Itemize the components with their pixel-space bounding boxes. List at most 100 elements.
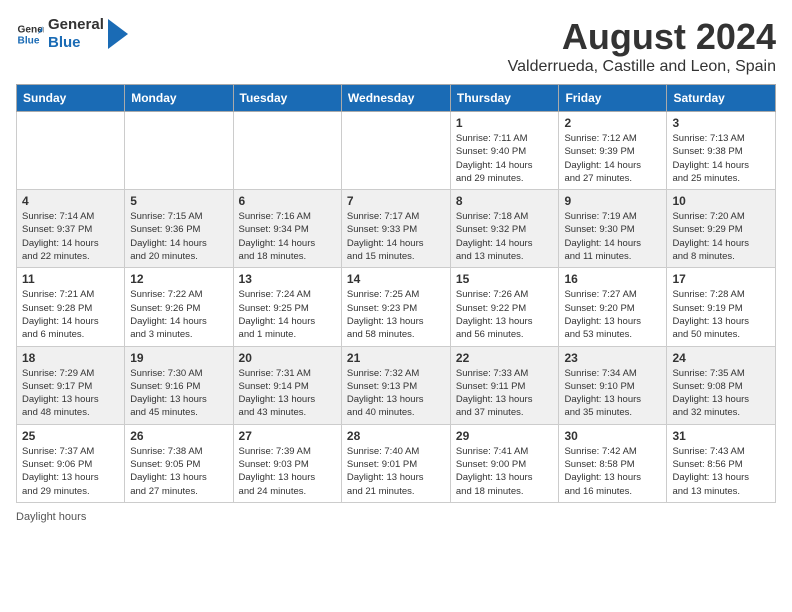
day-number: 15 [456, 272, 554, 286]
day-info: Sunrise: 7:43 AM Sunset: 8:56 PM Dayligh… [672, 445, 770, 498]
day-number: 7 [347, 194, 445, 208]
day-info: Sunrise: 7:19 AM Sunset: 9:30 PM Dayligh… [564, 210, 661, 263]
calendar-cell: 10 Sunrise: 7:20 AM Sunset: 9:29 PM Dayli… [667, 190, 776, 268]
logo-icon: General Blue [16, 20, 44, 48]
calendar-cell: 15 Sunrise: 7:26 AM Sunset: 9:22 PM Dayli… [450, 268, 559, 346]
calendar-cell: 3Sunrise: 7:13 AM Sunset: 9:38 PM Daylig… [667, 112, 776, 190]
calendar-cell: 13Sunrise: 7:24 AM Sunset: 9:25 PM Dayli… [233, 268, 341, 346]
calendar-cell: 19 Sunrise: 7:30 AM Sunset: 9:16 PM Dayli… [125, 346, 233, 424]
calendar-cell: 23 Sunrise: 7:34 AM Sunset: 9:10 PM Dayli… [559, 346, 667, 424]
day-info: Sunrise: 7:26 AM Sunset: 9:22 PM Dayligh… [456, 288, 554, 341]
calendar-cell: 6Sunrise: 7:16 AM Sunset: 9:34 PM Daylig… [233, 190, 341, 268]
day-info: Sunrise: 7:37 AM Sunset: 9:06 PM Dayligh… [22, 445, 119, 498]
day-number: 29 [456, 429, 554, 443]
day-number: 31 [672, 429, 770, 443]
day-number: 30 [564, 429, 661, 443]
day-info: Sunrise: 7:38 AM Sunset: 9:05 PM Dayligh… [130, 445, 227, 498]
header-saturday: Saturday [667, 85, 776, 112]
header-thursday: Thursday [450, 85, 559, 112]
logo-text-general: General [48, 16, 104, 34]
day-info: Sunrise: 7:20 AM Sunset: 9:29 PM Dayligh… [672, 210, 770, 263]
logo-arrow-icon [108, 19, 128, 49]
day-info: Sunrise: 7:35 AM Sunset: 9:08 PM Dayligh… [672, 367, 770, 420]
day-number: 27 [239, 429, 336, 443]
day-info: Sunrise: 7:14 AM Sunset: 9:37 PM Dayligh… [22, 210, 119, 263]
calendar-cell [341, 112, 450, 190]
calendar-table: SundayMondayTuesdayWednesdayThursdayFrid… [16, 84, 776, 503]
calendar-cell: 31 Sunrise: 7:43 AM Sunset: 8:56 PM Dayli… [667, 424, 776, 502]
day-number: 24 [672, 351, 770, 365]
calendar-cell [233, 112, 341, 190]
daylight-label: Daylight hours [16, 511, 86, 523]
day-info: Sunrise: 7:39 AM Sunset: 9:03 PM Dayligh… [239, 445, 336, 498]
calendar-cell: 21 Sunrise: 7:32 AM Sunset: 9:13 PM Dayli… [341, 346, 450, 424]
day-number: 17 [672, 272, 770, 286]
calendar-cell: 26 Sunrise: 7:38 AM Sunset: 9:05 PM Dayli… [125, 424, 233, 502]
day-number: 18 [22, 351, 119, 365]
footer: Daylight hours [16, 511, 776, 523]
calendar-cell: 28Sunrise: 7:40 AM Sunset: 9:01 PM Dayli… [341, 424, 450, 502]
day-info: Sunrise: 7:29 AM Sunset: 9:17 PM Dayligh… [22, 367, 119, 420]
day-number: 1 [456, 116, 554, 130]
svg-text:Blue: Blue [18, 35, 40, 46]
day-number: 23 [564, 351, 661, 365]
calendar-cell: 24 Sunrise: 7:35 AM Sunset: 9:08 PM Dayli… [667, 346, 776, 424]
calendar-body: 1 Sunrise: 7:11 AM Sunset: 9:40 PM Daylig… [17, 112, 776, 503]
page-header: General Blue General Blue August 2024 Va… [16, 16, 776, 76]
title-block: August 2024 Valderrueda, Castille and Le… [508, 16, 776, 76]
calendar-week-3: 11 Sunrise: 7:21 AM Sunset: 9:28 PM Dayli… [17, 268, 776, 346]
day-number: 21 [347, 351, 445, 365]
calendar-cell: 2 Sunrise: 7:12 AM Sunset: 9:39 PM Daylig… [559, 112, 667, 190]
logo: General Blue General Blue [16, 16, 128, 52]
calendar-cell: 20Sunrise: 7:31 AM Sunset: 9:14 PM Dayli… [233, 346, 341, 424]
day-info: Sunrise: 7:24 AM Sunset: 9:25 PM Dayligh… [239, 288, 336, 341]
day-number: 4 [22, 194, 119, 208]
day-info: Sunrise: 7:21 AM Sunset: 9:28 PM Dayligh… [22, 288, 119, 341]
day-info: Sunrise: 7:32 AM Sunset: 9:13 PM Dayligh… [347, 367, 445, 420]
day-number: 10 [672, 194, 770, 208]
calendar-cell [17, 112, 125, 190]
calendar-cell: 7Sunrise: 7:17 AM Sunset: 9:33 PM Daylig… [341, 190, 450, 268]
day-info: Sunrise: 7:22 AM Sunset: 9:26 PM Dayligh… [130, 288, 227, 341]
calendar-header-row: SundayMondayTuesdayWednesdayThursdayFrid… [17, 85, 776, 112]
calendar-cell: 11 Sunrise: 7:21 AM Sunset: 9:28 PM Dayli… [17, 268, 125, 346]
calendar-cell: 4 Sunrise: 7:14 AM Sunset: 9:37 PM Daylig… [17, 190, 125, 268]
header-sunday: Sunday [17, 85, 125, 112]
calendar-cell: 9Sunrise: 7:19 AM Sunset: 9:30 PM Daylig… [559, 190, 667, 268]
day-info: Sunrise: 7:16 AM Sunset: 9:34 PM Dayligh… [239, 210, 336, 263]
calendar-week-5: 25Sunrise: 7:37 AM Sunset: 9:06 PM Dayli… [17, 424, 776, 502]
calendar-title: August 2024 [508, 16, 776, 58]
day-info: Sunrise: 7:27 AM Sunset: 9:20 PM Dayligh… [564, 288, 661, 341]
calendar-cell: 30Sunrise: 7:42 AM Sunset: 8:58 PM Dayli… [559, 424, 667, 502]
calendar-cell: 16 Sunrise: 7:27 AM Sunset: 9:20 PM Dayli… [559, 268, 667, 346]
day-number: 19 [130, 351, 227, 365]
day-number: 11 [22, 272, 119, 286]
day-info: Sunrise: 7:15 AM Sunset: 9:36 PM Dayligh… [130, 210, 227, 263]
calendar-cell: 22Sunrise: 7:33 AM Sunset: 9:11 PM Dayli… [450, 346, 559, 424]
calendar-cell: 5 Sunrise: 7:15 AM Sunset: 9:36 PM Daylig… [125, 190, 233, 268]
day-info: Sunrise: 7:25 AM Sunset: 9:23 PM Dayligh… [347, 288, 445, 341]
svg-text:General: General [18, 24, 44, 35]
day-number: 26 [130, 429, 227, 443]
calendar-cell: 27 Sunrise: 7:39 AM Sunset: 9:03 PM Dayli… [233, 424, 341, 502]
calendar-cell [125, 112, 233, 190]
day-number: 5 [130, 194, 227, 208]
calendar-cell: 18 Sunrise: 7:29 AM Sunset: 9:17 PM Dayli… [17, 346, 125, 424]
day-number: 16 [564, 272, 661, 286]
day-number: 2 [564, 116, 661, 130]
day-number: 28 [347, 429, 445, 443]
day-info: Sunrise: 7:11 AM Sunset: 9:40 PM Dayligh… [456, 132, 554, 185]
header-tuesday: Tuesday [233, 85, 341, 112]
day-info: Sunrise: 7:12 AM Sunset: 9:39 PM Dayligh… [564, 132, 661, 185]
day-info: Sunrise: 7:28 AM Sunset: 9:19 PM Dayligh… [672, 288, 770, 341]
day-info: Sunrise: 7:33 AM Sunset: 9:11 PM Dayligh… [456, 367, 554, 420]
calendar-location: Valderrueda, Castille and Leon, Spain [508, 58, 776, 76]
day-info: Sunrise: 7:34 AM Sunset: 9:10 PM Dayligh… [564, 367, 661, 420]
header-wednesday: Wednesday [341, 85, 450, 112]
calendar-week-2: 4 Sunrise: 7:14 AM Sunset: 9:37 PM Daylig… [17, 190, 776, 268]
calendar-week-4: 18 Sunrise: 7:29 AM Sunset: 9:17 PM Dayli… [17, 346, 776, 424]
day-info: Sunrise: 7:30 AM Sunset: 9:16 PM Dayligh… [130, 367, 227, 420]
day-number: 12 [130, 272, 227, 286]
calendar-cell: 8Sunrise: 7:18 AM Sunset: 9:32 PM Daylig… [450, 190, 559, 268]
day-number: 20 [239, 351, 336, 365]
